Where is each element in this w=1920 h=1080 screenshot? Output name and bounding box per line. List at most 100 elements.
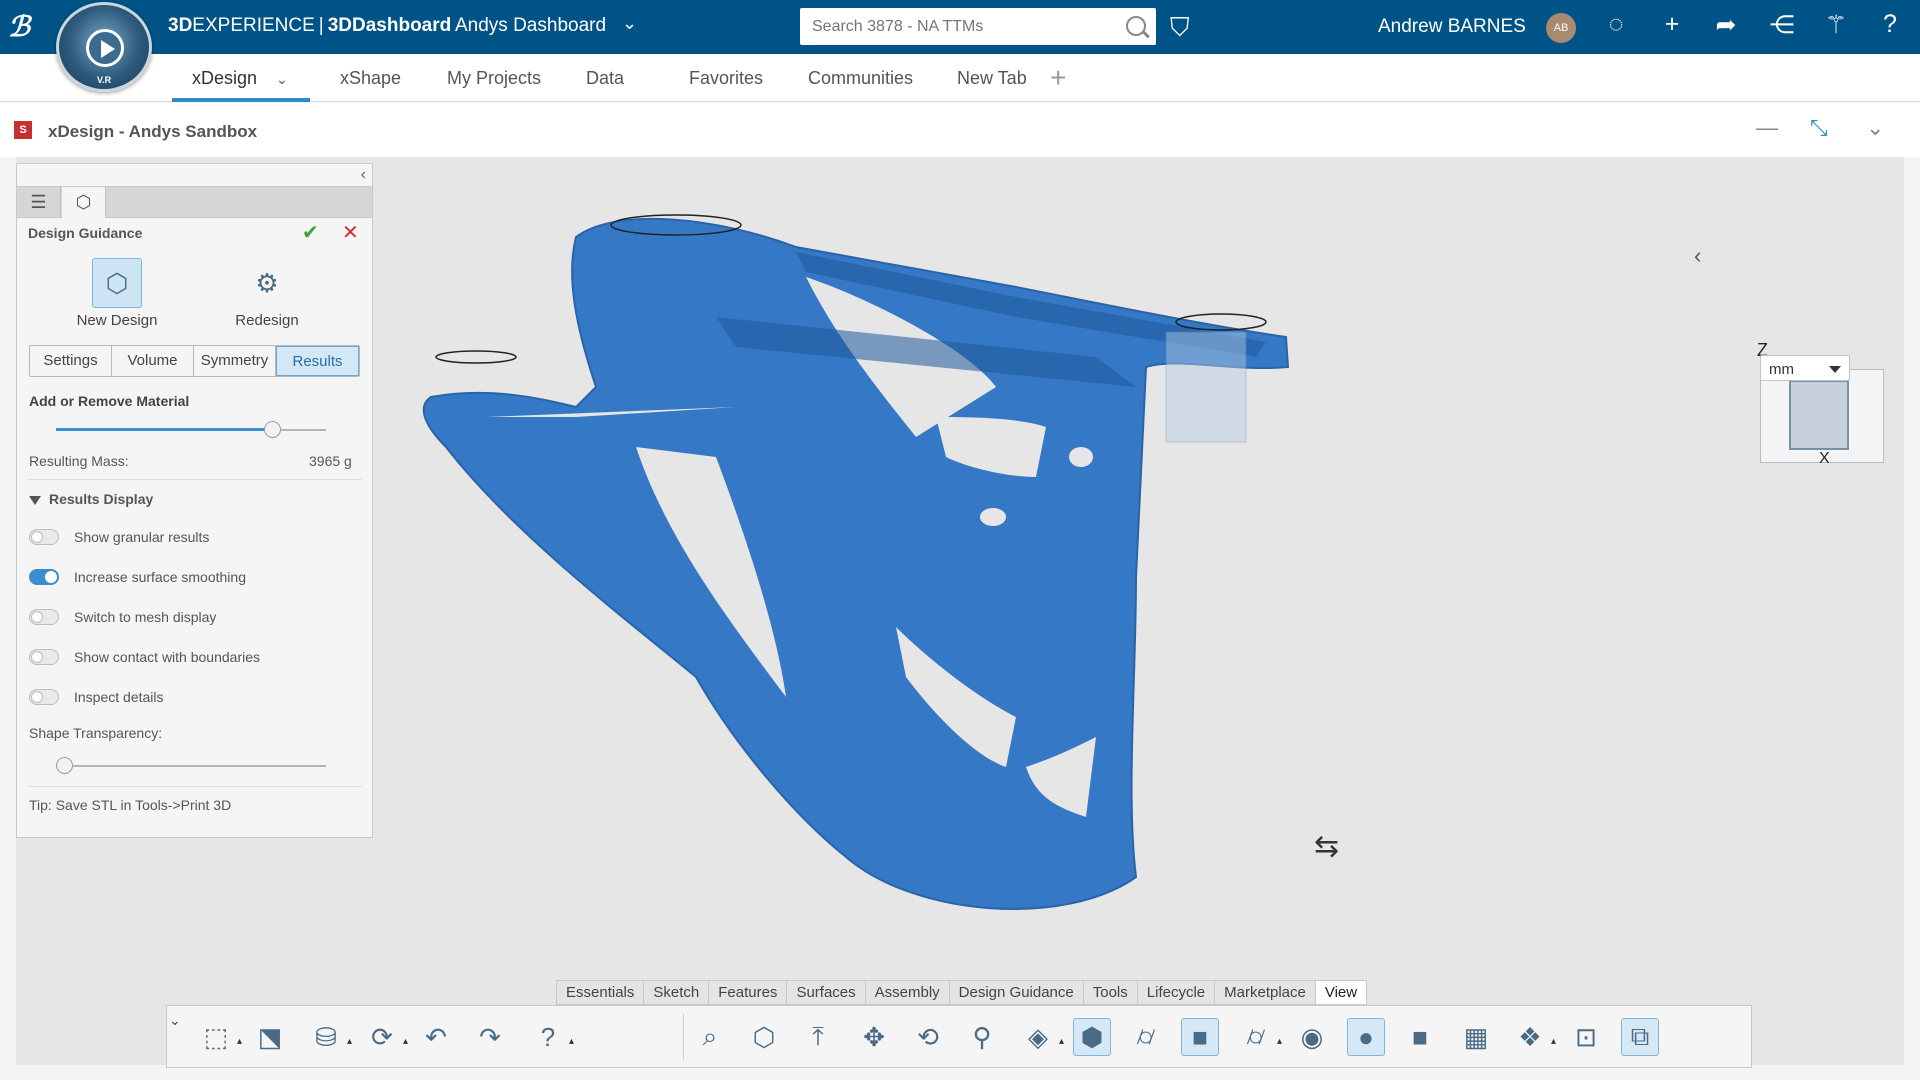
ok-icon[interactable]: ✔ bbox=[302, 220, 319, 245]
tab-xdesign[interactable]: xDesign bbox=[192, 68, 257, 89]
collapse-icon[interactable]: ⤡ bbox=[1810, 115, 1828, 141]
grey-cube-icon[interactable]: ■ bbox=[1401, 1018, 1439, 1056]
shaded-icon[interactable]: ⬢ bbox=[1073, 1018, 1111, 1056]
undo-icon[interactable]: ↶ bbox=[417, 1018, 455, 1056]
new-design-button[interactable]: ⬡ New Design bbox=[62, 258, 172, 329]
tab-design-guidance[interactable]: Design Guidance bbox=[950, 981, 1084, 1004]
tab-new-tab[interactable]: New Tab bbox=[957, 68, 1027, 89]
close-icon[interactable]: ✕ bbox=[342, 220, 359, 245]
tab-tools[interactable]: Tools bbox=[1084, 981, 1138, 1004]
tab-communities[interactable]: Communities bbox=[808, 68, 913, 89]
explode-icon[interactable]: ❖ ▴ bbox=[1511, 1018, 1556, 1056]
normal-view-icon[interactable]: ⤒ bbox=[799, 1018, 837, 1056]
search-input[interactable] bbox=[800, 8, 1100, 45]
hide-show-icon[interactable]: ◉ bbox=[1293, 1018, 1331, 1056]
chevron-down-icon[interactable]: ⌄ bbox=[169, 1012, 181, 1029]
tab-view[interactable]: View bbox=[1315, 981, 1367, 1004]
pan-icon[interactable]: ✥ bbox=[855, 1018, 893, 1056]
add-tab-icon[interactable]: + bbox=[1050, 62, 1066, 94]
tab-xshape[interactable]: xShape bbox=[340, 68, 401, 89]
redo-icon[interactable]: ↷ bbox=[471, 1018, 509, 1056]
toggle-increase-surface-smoothing[interactable] bbox=[29, 569, 59, 585]
material-slider-handle[interactable] bbox=[264, 421, 281, 438]
toggle-show-granular-results[interactable] bbox=[29, 529, 59, 545]
toggle-show-contact-with-boundaries[interactable] bbox=[29, 649, 59, 665]
material-slider[interactable] bbox=[56, 421, 326, 438]
results-display-header[interactable]: Results Display bbox=[29, 491, 153, 507]
grid-icon[interactable]: ▦ bbox=[1457, 1018, 1495, 1056]
tab-assembly[interactable]: Assembly bbox=[866, 981, 950, 1004]
box-icon[interactable]: ⬡ bbox=[745, 1018, 783, 1056]
tab-features[interactable]: Features bbox=[709, 981, 788, 1004]
toggle-knob bbox=[31, 691, 43, 703]
compass-icon[interactable]: V.R bbox=[56, 2, 152, 92]
user-name[interactable]: Andrew BARNES bbox=[1378, 16, 1526, 38]
rotate-icon[interactable]: ⟲ bbox=[909, 1018, 947, 1056]
dashboard-title[interactable]: Andys Dashboard bbox=[455, 15, 606, 37]
chevron-down-icon[interactable]: ⌄ bbox=[622, 13, 637, 34]
open-icon[interactable]: ⬔ bbox=[251, 1018, 289, 1056]
toggle-knob bbox=[45, 571, 57, 583]
segment-volume[interactable]: Volume bbox=[112, 346, 194, 376]
segment-settings[interactable]: Settings bbox=[30, 346, 112, 376]
update-icon[interactable]: ⟳ ▴ bbox=[363, 1018, 408, 1056]
app-header: S xDesign - Andys Sandbox — ⤡ ⌄ bbox=[0, 103, 1920, 157]
render-style-icon[interactable]: ◈ ▴ bbox=[1019, 1018, 1064, 1056]
chevron-down-icon[interactable]: ⌄ bbox=[276, 71, 288, 88]
shaded-edges-icon[interactable]: ■ bbox=[1181, 1018, 1219, 1056]
add-icon[interactable]: + bbox=[1656, 10, 1688, 39]
share-network-icon[interactable]: ⋲ bbox=[1766, 10, 1798, 40]
section-icon[interactable]: ⧉ bbox=[1621, 1018, 1659, 1056]
view-cube-preview[interactable] bbox=[1789, 380, 1849, 450]
toolbar-separator bbox=[683, 1014, 684, 1060]
segment-results[interactable]: Results bbox=[276, 346, 359, 376]
cylinder-icon[interactable]: ⌭ bbox=[1127, 1018, 1165, 1056]
part-icon[interactable]: ⬡ bbox=[62, 187, 106, 218]
dassault-logo-icon[interactable]: ℬ bbox=[8, 10, 30, 43]
view-cube[interactable]: Z X bbox=[1757, 340, 1884, 467]
transparency-slider[interactable] bbox=[56, 757, 326, 774]
compass-apps-icon[interactable]: ⚚ bbox=[1820, 10, 1852, 40]
capture-icon[interactable]: ⊡ bbox=[1567, 1018, 1605, 1056]
chevron-down-icon[interactable] bbox=[1829, 366, 1841, 373]
chevron-down-icon[interactable]: ⌄ bbox=[1866, 115, 1884, 141]
share-arrow-icon[interactable]: ➦ bbox=[1710, 10, 1742, 40]
tab-essentials[interactable]: Essentials bbox=[557, 981, 645, 1004]
toggle-knob bbox=[31, 651, 43, 663]
save-icon[interactable]: ⛁ ▴ bbox=[307, 1018, 352, 1056]
collapse-panel-icon[interactable]: ‹ bbox=[361, 166, 366, 184]
tree-icon[interactable]: ☰ bbox=[17, 187, 61, 218]
triangle-down-icon[interactable] bbox=[29, 495, 41, 505]
play-icon[interactable] bbox=[86, 29, 124, 67]
tab-data[interactable]: Data bbox=[586, 68, 624, 89]
toggle-inspect-details[interactable] bbox=[29, 689, 59, 705]
zoom-icon[interactable]: ⚲ bbox=[963, 1018, 1001, 1056]
help-icon[interactable]: ? ▴ bbox=[529, 1018, 574, 1056]
toggle-switch-to-mesh-display[interactable] bbox=[29, 609, 59, 625]
redesign-button[interactable]: ⚙ Redesign bbox=[212, 258, 322, 330]
chevron-left-icon[interactable]: ‹ bbox=[1694, 243, 1701, 269]
search-icon[interactable] bbox=[1126, 16, 1146, 36]
help-icon[interactable]: ? bbox=[1874, 10, 1906, 39]
tab-my-projects[interactable]: My Projects bbox=[447, 68, 541, 89]
segment-symmetry[interactable]: Symmetry bbox=[194, 346, 276, 376]
redesign-icon: ⚙ bbox=[255, 267, 279, 298]
wireframe-cylinder-icon[interactable]: ⌭ ▴ bbox=[1237, 1018, 1282, 1056]
tab-sketch[interactable]: Sketch bbox=[644, 981, 710, 1004]
tab-surfaces[interactable]: Surfaces bbox=[787, 981, 866, 1004]
minimize-icon[interactable]: — bbox=[1756, 115, 1778, 141]
tag-icon[interactable]: ⛉ bbox=[1170, 12, 1190, 44]
unit-select[interactable]: mm bbox=[1760, 355, 1850, 381]
ambient-occlusion-icon[interactable]: ● bbox=[1347, 1018, 1385, 1056]
zoom-fit-icon[interactable]: ⌕ bbox=[691, 1018, 729, 1056]
transparency-slider-handle[interactable] bbox=[56, 757, 73, 774]
new-part-icon[interactable]: ⬚ ▴ bbox=[197, 1018, 242, 1056]
tab-marketplace[interactable]: Marketplace bbox=[1215, 981, 1316, 1004]
avatar[interactable]: AB bbox=[1546, 13, 1576, 43]
tab-lifecycle[interactable]: Lifecycle bbox=[1138, 981, 1216, 1004]
unit-value: mm bbox=[1769, 361, 1794, 378]
chat-icon[interactable]: ◌ bbox=[1600, 10, 1632, 39]
tab-favorites[interactable]: Favorites bbox=[689, 68, 763, 89]
move-manipulator-icon[interactable]: ⇆ bbox=[1314, 829, 1339, 864]
search-box[interactable] bbox=[800, 8, 1156, 45]
